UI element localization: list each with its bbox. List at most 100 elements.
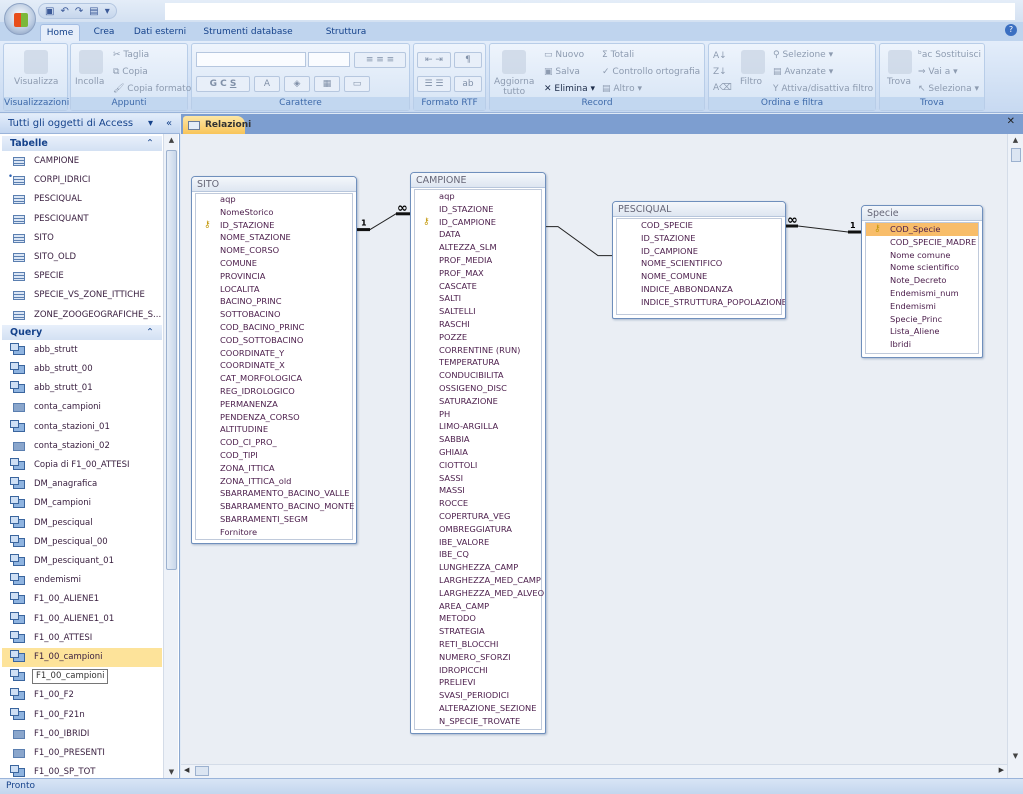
nav-item[interactable]: CAMPIONE [2,152,162,171]
vertical-scroll-thumb[interactable] [1011,148,1021,162]
table-field[interactable]: IBE_CQ [415,548,541,561]
nav-item[interactable]: SITO [2,229,162,248]
nav-item[interactable]: PESCIQUANT [2,210,162,229]
highlight-button[interactable]: ab [454,76,482,92]
office-button[interactable] [4,3,36,35]
avanzate-button[interactable]: ▤ Avanzate ▾ [773,67,833,77]
nav-item[interactable]: conta_stazioni_01 [2,418,162,437]
tab-home[interactable]: Home [40,24,80,41]
table-field[interactable]: Endemismi_num [866,287,978,300]
table-field[interactable]: AREA_CAMP [415,600,541,613]
nav-item[interactable]: DM_anagrafica [2,475,162,494]
nav-item[interactable]: F1_00_IBRIDI [2,725,162,744]
scroll-up-icon[interactable]: ▲ [1008,136,1023,144]
filtro-button[interactable]: Filtro [740,77,762,87]
nav-item[interactable]: abb_strutt_01 [2,379,162,398]
table-field[interactable]: PROF_MAX [415,267,541,280]
table-field[interactable]: SOTTOBACINO [196,308,352,321]
help-icon[interactable]: ? [1005,24,1017,36]
nav-item[interactable]: F1_00_PRESENTI [2,744,162,763]
nav-item[interactable]: DM_pesciquant_01 [2,552,162,571]
table-field[interactable]: MASSI [415,484,541,497]
alt-fill-button[interactable]: ▭ [344,76,370,92]
collapse-section-icon[interactable]: ⌃ [146,136,154,151]
table-field[interactable]: NOME_COMUNE [617,270,781,283]
table-field[interactable]: SVASI_PERIODICI [415,689,541,702]
save-icon[interactable]: ▣ [45,6,54,17]
sostituisci-button[interactable]: ᵇac Sostituisci [918,50,981,60]
paragraph-button[interactable]: ¶ [454,52,482,68]
elimina-button[interactable]: ✕ Elimina ▾ [544,84,595,94]
tab-struttura[interactable]: Struttura [318,24,374,41]
nav-item[interactable]: SPECIE [2,267,162,286]
vai-a-button[interactable]: ⇒ Vai a ▾ [918,67,958,77]
nav-item[interactable]: F1_00_F2 [2,686,162,705]
nav-item[interactable]: SPECIE_VS_ZONE_ITTICHE [2,286,162,305]
gridlines-button[interactable]: ▦ [314,76,340,92]
underline-button[interactable]: S [230,79,236,89]
table-field[interactable]: COORDINATE_X [196,359,352,372]
table-field[interactable]: ZONA_ITTICA_old [196,475,352,488]
scroll-up-icon[interactable]: ▲ [164,136,179,144]
table-field[interactable]: SBARRAMENTI_SEGM [196,513,352,526]
nav-item[interactable]: abb_strutt_00 [2,360,162,379]
table-field[interactable]: SABBIA [415,433,541,446]
table-field[interactable]: STRATEGIA [415,625,541,638]
selezione-button[interactable]: ⚲ Selezione ▾ [773,50,833,60]
incolla-button[interactable]: Incolla [75,77,104,87]
table-field[interactable]: METODO [415,612,541,625]
table-specie[interactable]: Specie ⚷ COD_Specie COD_SPECIE_MADRE Nome co… [861,205,983,358]
table-field[interactable]: IBE_VALORE [415,536,541,549]
visualizza-button[interactable]: Visualizza [14,77,58,87]
table-field[interactable]: N_SPECIE_TROVATE [415,715,541,728]
font-color-button[interactable]: A [254,76,280,92]
scroll-left-icon[interactable]: ◀ [184,766,189,774]
table-field[interactable]: LIMO-ARGILLA [415,420,541,433]
view-icon[interactable]: ▤ [89,6,98,17]
table-field[interactable]: ⚷ ID_CAMPIONE [415,216,541,229]
table-field[interactable]: ZONA_ITTICA [196,462,352,475]
table-field[interactable]: LOCALITA [196,283,352,296]
table-field[interactable]: ALTITUDINE [196,423,352,436]
nav-pane-header[interactable]: Tutti gli oggetti di Access ▾ « [0,114,180,134]
nav-item[interactable]: Copia di F1_00_ATTESI [2,456,162,475]
table-field[interactable]: RETI_BLOCCHI [415,638,541,651]
table-title[interactable]: Specie [862,206,982,221]
table-field[interactable]: SASSI [415,472,541,485]
table-field[interactable]: OSSIGENO_DISC [415,382,541,395]
horizontal-scrollbar[interactable]: ◀ ▶ [181,764,1007,778]
taglia-button[interactable]: ✂ Taglia [113,50,149,60]
table-field[interactable]: ALTEZZA_SLM [415,241,541,254]
tab-relazioni[interactable]: Relazioni [183,116,251,134]
table-field[interactable]: Specie_Princ [866,313,978,326]
nav-item[interactable]: DM_pesciqual_00 [2,533,162,552]
nav-scrollbar[interactable]: ▲ ▼ [163,134,178,778]
close-icon[interactable]: ✕ [1007,116,1015,127]
trova-button[interactable]: Trova [887,77,911,87]
table-field[interactable]: NOME_CORSO [196,244,352,257]
collapse-section-icon[interactable]: ⌃ [146,325,154,340]
nav-section-query[interactable]: Query ⌃ [2,324,162,340]
table-field[interactable]: Lista_Aliene [866,325,978,338]
nuovo-button[interactable]: ▭ Nuovo [544,50,584,60]
table-field[interactable]: COD_BACINO_PRINC [196,321,352,334]
table-field[interactable]: CASCATE [415,280,541,293]
table-field[interactable]: aqp [415,190,541,203]
copia-formato-button[interactable]: 🖌 Copia formato [113,84,191,94]
table-field[interactable]: COMUNE [196,257,352,270]
collapse-pane-icon[interactable]: « [166,114,172,134]
table-title[interactable]: PESCIQUAL [613,202,785,217]
table-field[interactable]: Nome scientifico [866,261,978,274]
tab-strumenti-database[interactable]: Strumenti database [198,24,298,41]
table-field[interactable]: Endemismi [866,300,978,313]
table-field[interactable]: IDROPICCHI [415,664,541,677]
table-field[interactable]: NOME_SCIENTIFICO [617,257,781,270]
altro-button[interactable]: ▤ Altro ▾ [602,84,642,94]
table-field[interactable]: CAT_MORFOLOGICA [196,372,352,385]
table-field[interactable]: NUMERO_SFORZI [415,651,541,664]
scroll-right-icon[interactable]: ▶ [999,766,1004,774]
table-field[interactable]: ID_STAZIONE [415,203,541,216]
table-field[interactable]: GHIAIA [415,446,541,459]
table-field[interactable]: CORRENTINE (RUN) [415,344,541,357]
table-field[interactable]: LARGHEZZA_MED_CAMP [415,574,541,587]
